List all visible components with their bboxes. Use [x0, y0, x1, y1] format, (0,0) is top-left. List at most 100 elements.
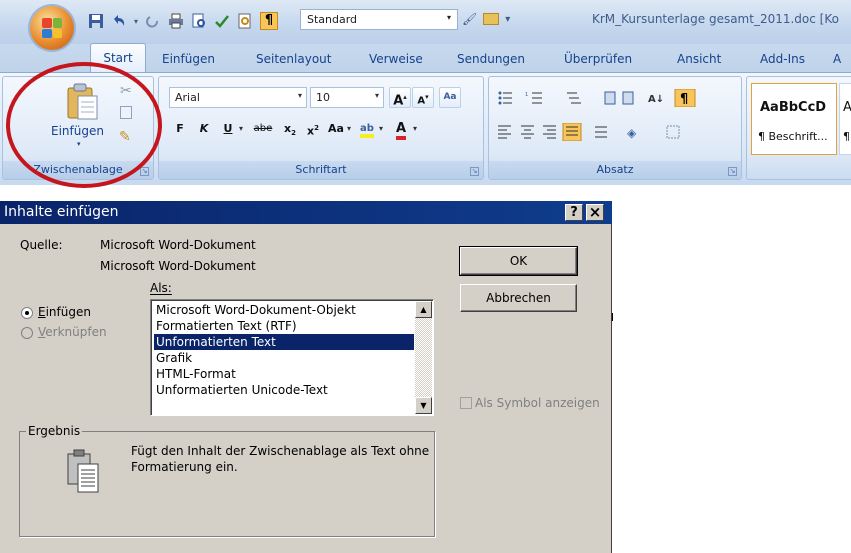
chevron-down-icon[interactable]: ▾ [447, 13, 451, 26]
list-item[interactable]: Unformatierten Unicode-Text [154, 382, 414, 398]
highlight-ring [6, 62, 162, 188]
italic-button[interactable]: K [193, 119, 215, 140]
radio-paste-label[interactable]: Einfügen [38, 305, 91, 319]
as-label: Als: [150, 281, 172, 295]
tab-sendungen[interactable]: Sendungen [457, 52, 525, 66]
tab-ansicht[interactable]: Ansicht [677, 52, 721, 66]
cancel-button[interactable]: Abbrechen [460, 284, 577, 312]
svg-text:¶: ¶ [680, 92, 688, 107]
subscript-icon[interactable]: x2 [279, 119, 301, 140]
print-preview-icon[interactable] [191, 13, 207, 29]
source-value-1: Microsoft Word-Dokument [100, 238, 256, 252]
tab-ueberpruefen[interactable]: Überprüfen [564, 52, 632, 66]
style-sample: A [843, 100, 851, 115]
styles-group: AaBbCcD ¶ Beschrift... A ¶ [746, 76, 851, 180]
chevron-down-icon[interactable]: ▾ [298, 91, 302, 100]
radio-link-label[interactable]: Verknüpfen [38, 325, 107, 339]
ok-button[interactable]: OK [459, 246, 578, 276]
style-next[interactable]: A ¶ [839, 83, 851, 155]
tab-more[interactable]: A [833, 52, 841, 66]
highlight-icon[interactable]: ab [356, 119, 378, 140]
font-group: Arial ▾ 10 ▾ A▴ A▾ Aa F K U ▾ abe x2 x2 Aa… [158, 76, 484, 180]
style-name: ¶ [843, 130, 850, 143]
tab-einfuegen[interactable]: Einfügen [162, 52, 215, 66]
scroll-down-icon[interactable]: ▼ [415, 397, 432, 414]
font-color-dropdown-icon[interactable]: ▾ [413, 124, 417, 133]
office-button[interactable] [30, 6, 74, 50]
close-button[interactable]: × [586, 204, 604, 221]
list-item[interactable]: Microsoft Word-Dokument-Objekt [154, 302, 414, 318]
dialog-launcher-icon[interactable]: ↘ [470, 167, 479, 176]
quick-access-toolbar: ▾ ¶ [88, 10, 279, 32]
font-group-label: Schriftart [159, 161, 483, 179]
strikethrough-button[interactable]: abe [249, 119, 277, 140]
shrink-font-button[interactable]: A▾ [412, 87, 434, 108]
font-size-value: 10 [316, 91, 330, 104]
office-logo-icon [42, 18, 62, 38]
style-beschriftung[interactable]: AaBbCcD ¶ Beschrift... [751, 83, 837, 155]
change-case-dropdown-icon[interactable]: ▾ [347, 124, 351, 133]
clear-format-icon[interactable]: Aa [439, 87, 461, 108]
paragraph-group-label: Absatz [489, 161, 741, 179]
underline-button[interactable]: U [217, 119, 239, 140]
symbol-checkbox-label[interactable]: Als Symbol anzeigen [475, 396, 600, 410]
list-item[interactable]: HTML-Format [154, 366, 414, 382]
grow-font-button[interactable]: A▴ [389, 87, 411, 108]
tab-verweise[interactable]: Verweise [369, 52, 423, 66]
undo-dropdown-icon[interactable]: ▾ [134, 17, 138, 26]
bold-button[interactable]: F [169, 119, 191, 140]
paragraph-row2-icons[interactable]: ◈ [497, 123, 727, 141]
dialog-title: Inhalte einfügen [4, 204, 119, 220]
dialog-launcher-icon[interactable]: ↘ [140, 167, 149, 176]
format-listbox[interactable]: Microsoft Word-Dokument-Objekt Formatier… [150, 299, 434, 416]
svg-text:1: 1 [525, 92, 528, 98]
format-painter-icon[interactable]: 🖌 [462, 12, 477, 26]
list-item-selected[interactable]: Unformatierten Text [154, 334, 414, 350]
font-name-value: Arial [175, 91, 200, 104]
tab-add-ins[interactable]: Add-Ins [760, 52, 805, 66]
pilcrow-icon[interactable]: ¶ [260, 12, 279, 30]
qat-extra: 🖌 ▾ [462, 12, 510, 26]
clipboard-text-icon [67, 449, 99, 493]
undo-icon[interactable] [111, 13, 127, 29]
style-name: ¶ Beschrift... [758, 130, 828, 143]
dialog-launcher-icon[interactable]: ↘ [728, 167, 737, 176]
list-item[interactable]: Formatierten Text (RTF) [154, 318, 414, 334]
superscript-icon[interactable]: x2 [302, 119, 324, 140]
save-icon[interactable] [88, 13, 104, 29]
tab-seitenlayout[interactable]: Seitenlayout [256, 52, 331, 66]
document-title: KrM_Kursunterlage gesamt_2011.doc [Ko [592, 12, 839, 26]
spelling-icon[interactable] [214, 13, 230, 29]
redo-icon[interactable] [145, 13, 161, 29]
result-text: Fügt den Inhalt der Zwischenablage als T… [131, 444, 430, 474]
style-combo-value: Standard [307, 13, 358, 26]
tab-strip: Einfügen Seitenlayout Verweise Sendungen… [0, 44, 851, 72]
radio-link[interactable] [21, 327, 33, 339]
style-sample: AaBbCcD [760, 100, 827, 115]
result-legend: Ergebnis [26, 424, 83, 438]
help-button[interactable]: ? [565, 204, 583, 221]
font-color-icon[interactable]: A [390, 119, 412, 140]
dialog-title-bar: Inhalte einfügen ? × [0, 201, 612, 224]
symbol-checkbox[interactable] [460, 397, 472, 409]
listbox-scrollbar[interactable]: ▲ ▼ [415, 301, 432, 414]
scroll-up-icon[interactable]: ▲ [415, 301, 432, 318]
qat-customize-icon[interactable]: ▾ [505, 14, 510, 25]
source-value-2: Microsoft Word-Dokument [100, 259, 256, 273]
change-case-icon[interactable]: Aa [325, 119, 347, 140]
print-icon[interactable] [168, 13, 184, 29]
preview-page-icon[interactable] [237, 13, 253, 29]
radio-paste[interactable] [21, 307, 33, 319]
svg-text:◈: ◈ [627, 126, 637, 140]
style-combo[interactable]: Standard ▾ [300, 9, 458, 30]
font-name-combo[interactable]: Arial ▾ [169, 87, 307, 108]
open-folder-icon[interactable] [483, 13, 500, 25]
chevron-down-icon[interactable]: ▾ [375, 91, 379, 100]
list-item[interactable]: Grafik [154, 350, 414, 366]
svg-text:A↓: A↓ [648, 94, 664, 105]
paragraph-row1-icons[interactable]: 1 A↓ ¶ [497, 89, 727, 107]
underline-dropdown-icon[interactable]: ▾ [239, 124, 243, 133]
paragraph-group: 1 A↓ ¶ ◈ Absatz ↘ [488, 76, 742, 180]
font-size-combo[interactable]: 10 ▾ [310, 87, 384, 108]
highlight-dropdown-icon[interactable]: ▾ [379, 124, 383, 133]
